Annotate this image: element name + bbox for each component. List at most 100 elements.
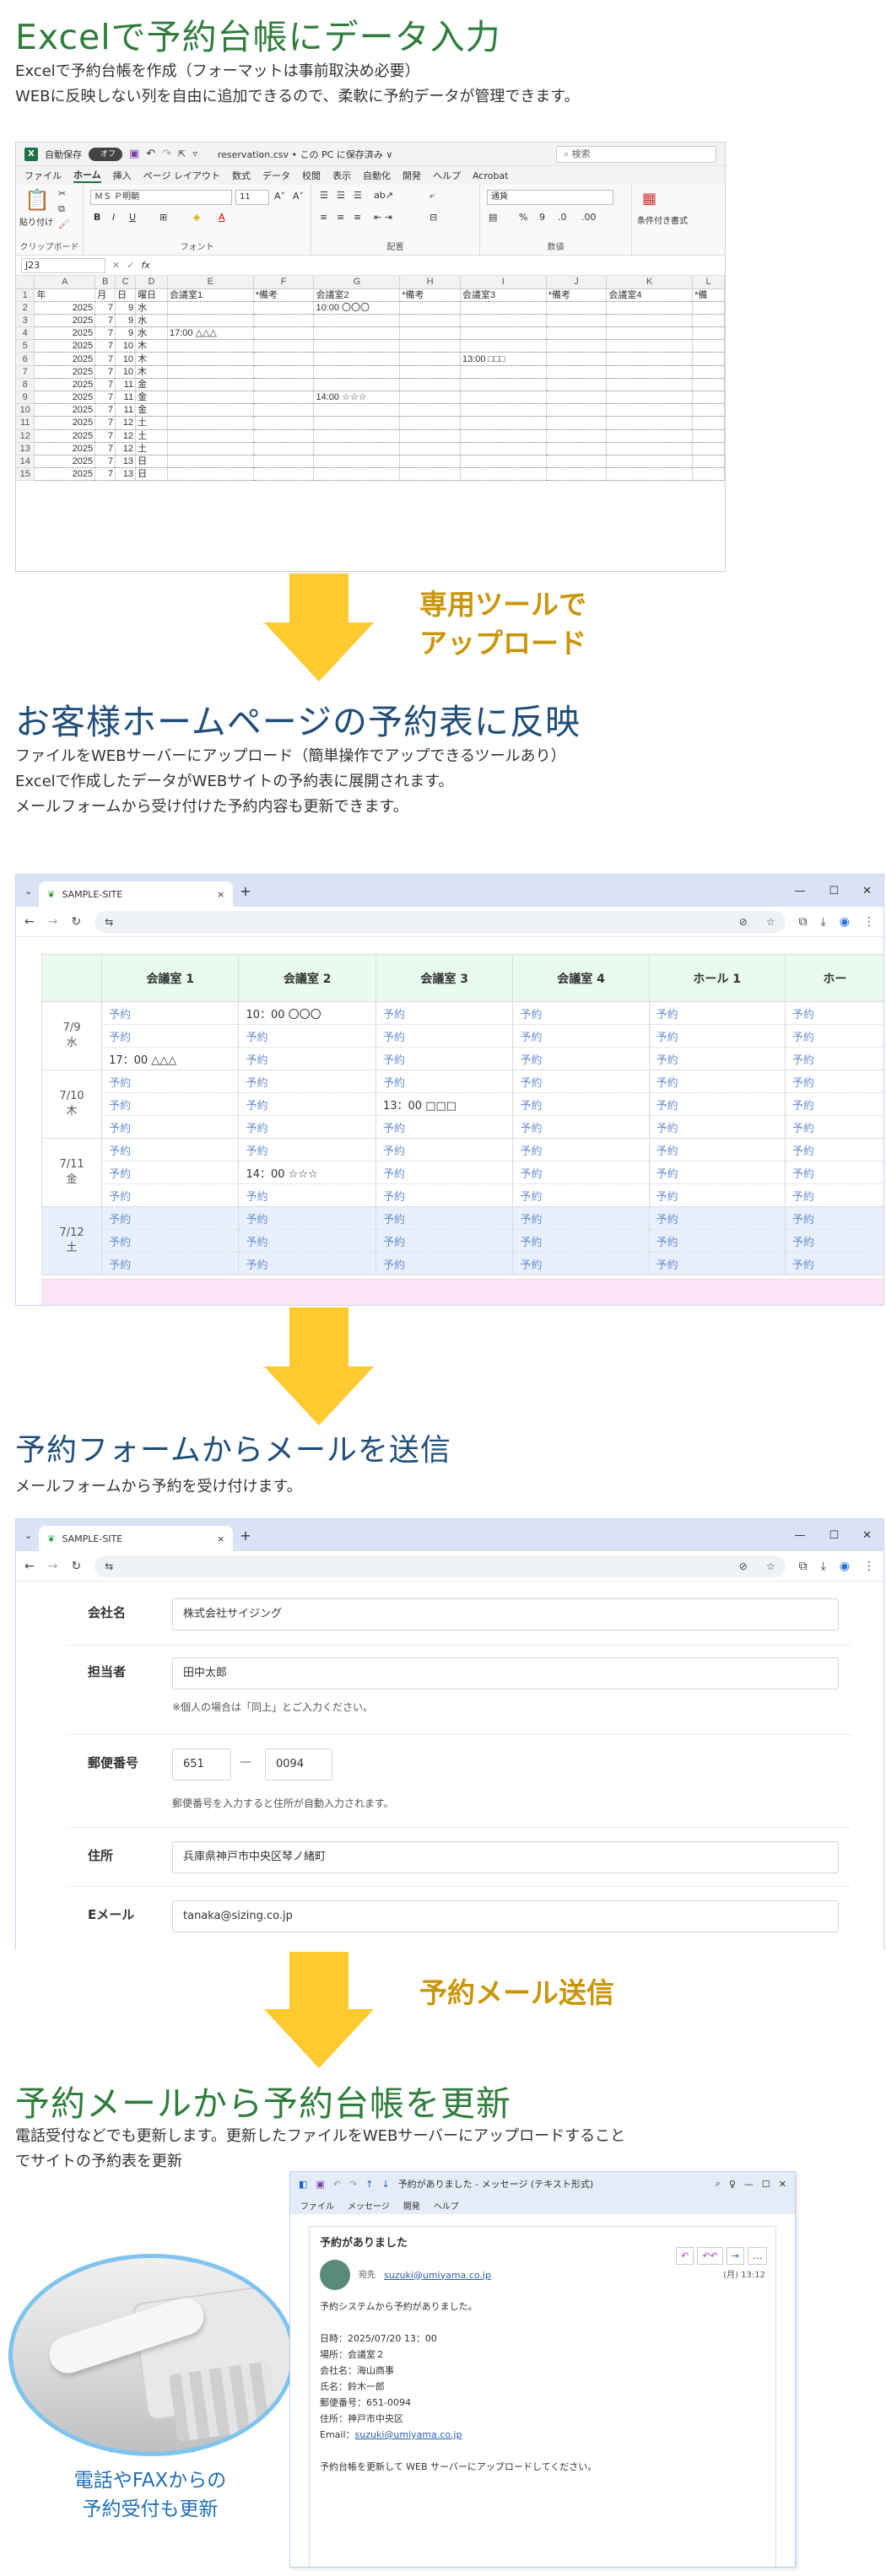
bookmark-star-icon[interactable]: ☆ <box>766 916 786 928</box>
sheet-cell[interactable] <box>692 339 725 353</box>
reserve-link[interactable]: 予約 <box>375 1161 514 1184</box>
sheet-cell[interactable] <box>546 429 608 443</box>
sheet-cell[interactable] <box>460 391 547 405</box>
sheet-cell[interactable]: 12 <box>115 416 137 430</box>
extensions-icon[interactable]: ⧉ <box>799 1560 808 1573</box>
sheet-cell[interactable] <box>460 455 547 469</box>
row-header[interactable]: 5 <box>16 339 35 353</box>
back-icon[interactable]: ← <box>24 915 35 929</box>
decrease-decimal-icon[interactable]: .00 <box>581 212 597 223</box>
sheet-cell[interactable]: 7 <box>95 403 116 418</box>
excel-menu-item[interactable]: ヘルプ <box>433 169 461 182</box>
sheet-cell[interactable] <box>546 339 608 353</box>
sheet-cell[interactable]: 2025 <box>34 378 96 392</box>
sheet-cell[interactable]: 9 <box>115 314 137 328</box>
reserve-link[interactable]: 予約 <box>238 1206 376 1230</box>
sheet-cell[interactable] <box>313 429 401 443</box>
sheet-cell[interactable] <box>692 352 725 366</box>
excel-menu-item[interactable]: ホーム <box>73 168 101 183</box>
excel-menu-item[interactable]: ファイル <box>24 169 62 182</box>
sheet-cell[interactable] <box>313 339 401 353</box>
sheet-cell[interactable] <box>167 339 254 353</box>
zip-field-2[interactable]: 0094 <box>265 1749 332 1781</box>
sheet-cell[interactable] <box>460 326 547 341</box>
sheet-cell[interactable] <box>167 301 254 315</box>
sheet-cell[interactable]: 7 <box>95 301 116 315</box>
sheet-cell[interactable]: 2025 <box>34 301 96 315</box>
reserve-link[interactable]: 予約 <box>648 1161 786 1184</box>
download-icon[interactable]: ⤓ <box>821 1560 826 1573</box>
sheet-cell[interactable]: 会議室4 <box>606 288 694 302</box>
sheet-cell[interactable] <box>692 429 725 443</box>
reserve-link[interactable]: 予約 <box>101 1161 240 1184</box>
sheet-cell[interactable] <box>692 442 725 455</box>
reserve-link[interactable]: 予約 <box>512 1252 650 1275</box>
sheet-cell[interactable] <box>313 365 401 379</box>
reserve-link[interactable]: 予約 <box>375 1138 514 1161</box>
increase-decimal-icon[interactable]: .0 <box>558 212 567 223</box>
sheet-cell[interactable]: 14:00 ☆☆☆ <box>313 391 401 405</box>
reserve-link[interactable]: 予約 <box>648 1138 786 1161</box>
sheet-cell[interactable]: 2025 <box>34 429 96 443</box>
column-header[interactable]: I <box>460 276 547 289</box>
sheet-cell[interactable]: 12 <box>115 442 137 455</box>
sheet-cell[interactable] <box>692 314 725 328</box>
sheet-cell[interactable] <box>313 352 401 366</box>
row-header[interactable]: 1 <box>16 288 35 302</box>
column-header[interactable]: C <box>115 276 137 289</box>
sheet-cell[interactable] <box>399 378 461 392</box>
browser-tab[interactable]: ❦ SAMPLE-SITE × <box>39 881 234 907</box>
reserve-link[interactable]: 予約 <box>648 1183 786 1207</box>
merge-icon[interactable]: ⊟ <box>429 212 437 223</box>
grow-font-icon[interactable]: A˄ <box>274 191 285 202</box>
sheet-cell[interactable] <box>313 314 401 328</box>
eye-off-icon[interactable]: ⊘ <box>739 916 758 928</box>
sheet-cell[interactable] <box>253 391 315 405</box>
cancel-formula-icon[interactable]: ✕ <box>112 260 120 271</box>
sheet-cell[interactable] <box>253 378 315 392</box>
reserve-link[interactable]: 予約 <box>101 1138 240 1161</box>
copy-icon[interactable]: ⧉ <box>58 203 65 215</box>
maximize-icon[interactable]: ☐ <box>829 885 839 897</box>
mail-menu-item[interactable]: ファイル <box>300 2199 334 2212</box>
row-header[interactable]: 2 <box>16 301 35 315</box>
sheet-cell[interactable] <box>546 326 608 341</box>
italic-icon[interactable]: I <box>112 212 115 223</box>
sheet-cell[interactable]: 10 <box>115 352 137 366</box>
sheet-cell[interactable] <box>253 326 315 341</box>
reserve-link[interactable]: 予約 <box>648 1024 786 1048</box>
sheet-cell[interactable]: 13 <box>115 467 137 482</box>
reserve-link[interactable]: 予約 <box>238 1047 376 1070</box>
row-header[interactable]: 9 <box>16 391 35 405</box>
sheet-cell[interactable] <box>460 403 547 418</box>
cut-icon[interactable]: ✂ <box>58 188 66 199</box>
sheet-cell[interactable]: 2025 <box>34 365 96 379</box>
sheet-cell[interactable]: 13 <box>115 455 137 469</box>
reserve-link[interactable]: 予約 <box>375 1047 514 1070</box>
paste-button[interactable]: 貼り付け <box>19 215 53 228</box>
sheet-cell[interactable] <box>253 467 315 482</box>
sheet-cell[interactable] <box>606 391 694 405</box>
sheet-cell[interactable]: 7 <box>95 352 116 366</box>
sheet-cell[interactable]: 金 <box>135 391 168 405</box>
reserve-link[interactable]: 予約 <box>238 1092 376 1116</box>
sheet-cell[interactable] <box>167 352 254 366</box>
font-color-icon[interactable]: A <box>219 212 225 223</box>
sheet-cell[interactable] <box>313 442 401 455</box>
sheet-cell[interactable] <box>253 416 315 430</box>
minimize-icon[interactable]: — <box>794 1529 805 1542</box>
fill-color-icon[interactable]: ◈ <box>193 212 200 223</box>
reserve-link[interactable]: 予約 <box>648 1070 786 1093</box>
reserve-link[interactable]: 予約 <box>375 1070 514 1093</box>
sheet-cell[interactable] <box>253 403 315 418</box>
reserve-link[interactable]: 予約 <box>375 1206 514 1230</box>
reserve-link[interactable]: 予約 <box>784 1252 883 1275</box>
column-header[interactable]: H <box>399 276 461 289</box>
eye-off-icon[interactable]: ⊘ <box>739 1560 758 1572</box>
column-header[interactable]: A <box>34 276 96 289</box>
sheet-cell[interactable] <box>167 314 254 328</box>
column-header[interactable]: J <box>546 276 608 289</box>
reply-all-icon[interactable]: ↶↶ <box>697 2247 723 2265</box>
browser-tab[interactable]: ❦ SAMPLE-SITE × <box>39 1526 234 1551</box>
row-header[interactable]: 7 <box>16 365 35 379</box>
